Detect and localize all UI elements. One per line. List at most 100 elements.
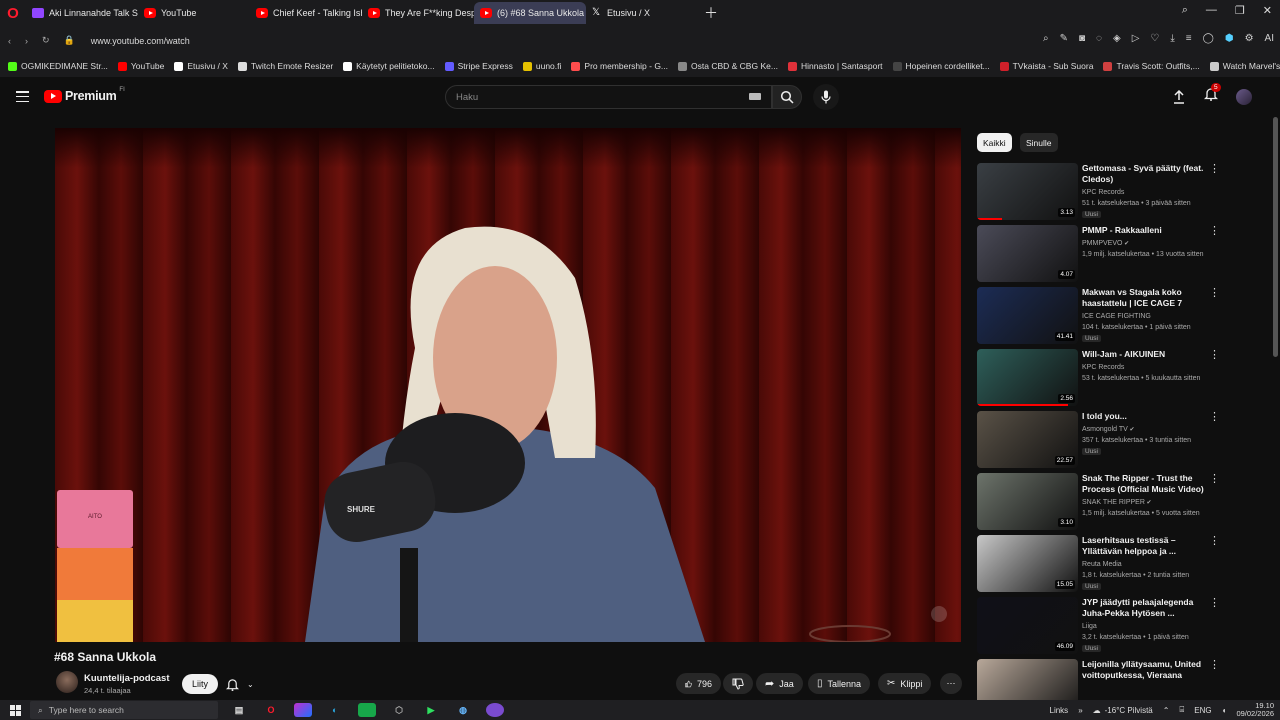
taskbar-search[interactable]: ⌕ Type here to search [30,701,218,719]
recommendation-title[interactable]: Gettomasa - Syvä päätty (feat. Cledos) [1082,163,1210,185]
share-button[interactable]: ➦ Jaa [756,673,803,694]
opera-icon[interactable]: O [262,703,280,717]
recommendation-item[interactable]: 22.57 I told you... Asmongold TV ✔ 357 t. k… [977,411,1242,469]
recommendation-title[interactable]: I told you... [1082,411,1210,422]
recommendation-channel[interactable]: Asmongold TV [1082,426,1128,433]
more-vertical-icon[interactable]: ⋮ [1209,226,1220,237]
chip-all[interactable]: Kaikki [977,133,1012,152]
more-vertical-icon[interactable]: ⋮ [1209,474,1220,485]
recommendation-item[interactable]: 3.13 Gettomasa - Syvä päätty (feat. Cledo… [977,163,1242,221]
video-player[interactable]: AITO SHURE [55,128,961,642]
more-vertical-icon[interactable]: ⋮ [1209,164,1220,175]
recommendation-channel[interactable]: Reuta Media [1082,561,1122,568]
maximize-icon[interactable]: ❐ [1235,4,1245,17]
more-vertical-icon[interactable]: ⋮ [1209,350,1220,361]
bookmark-item[interactable]: Hopeinen cordelliket... [892,61,990,71]
recommendation-item[interactable]: 3.10 Snak The Ripper - Trust the Process … [977,473,1242,531]
recommendation-title[interactable]: Will-Jam - AIKUINEN [1082,349,1210,360]
video-thumbnail[interactable]: 3.10 [977,473,1078,530]
save-button[interactable]: ▯ Tallenna [808,673,871,694]
voice-search-button[interactable] [813,84,839,110]
recommendation-title[interactable]: JYP jäädytti pelaajalegenda Juha-Pekka H… [1082,597,1210,619]
recommendation-channel[interactable]: SNAK THE RIPPER [1082,499,1145,506]
play-app-icon[interactable]: ▶ [422,703,440,717]
channel-avatar[interactable] [56,671,78,693]
heart-icon[interactable]: ♡ [1150,33,1159,44]
discord-icon[interactable] [486,703,504,717]
chip-for-you[interactable]: Sinulle [1020,133,1058,152]
bookmark-item[interactable]: Käytetyt pelitietoko... [343,61,435,71]
tray-chevron-icon[interactable]: ⌃ [1163,706,1170,715]
new-tab-plus-icon[interactable]: ＋ [704,3,718,23]
keyboard-icon[interactable] [749,93,761,100]
bookmark-item[interactable]: Pro membership - G... [571,61,668,71]
settings-icon[interactable]: ⬡ [390,703,408,717]
download-icon[interactable]: ⤓ [1170,33,1174,44]
clip-button[interactable]: ✂ Klippi [878,673,932,694]
windows-start-icon[interactable] [0,700,30,720]
bookmark-item[interactable]: Watch Marvel's Luk... [1209,61,1280,71]
recommendation-item[interactable]: 46.09 JYP jäädytti pelaajalegenda Juha-Pe… [977,597,1242,655]
join-button[interactable]: Liity [182,674,219,694]
task-view-icon[interactable]: ▤ [230,703,248,717]
menu-icon[interactable] [16,91,29,106]
recommendation-title[interactable]: Laserhitsaus testissä – Yllättävän helpp… [1082,535,1210,557]
video-thumbnail[interactable]: 46.09 [977,597,1078,654]
channel-name[interactable]: Kuuntelija-podcast [84,673,170,684]
network-icon[interactable]: ⌸ [1179,705,1184,715]
bookmark-item[interactable]: YouTube [117,61,164,71]
play-icon[interactable]: ▷ [1132,33,1140,44]
search-tabs-icon[interactable]: ⌕ [1182,4,1188,17]
recommendation-item[interactable]: 2.56 Will-Jam - AIKUINEN KPC Records 53 t. … [977,349,1242,407]
bookmark-item[interactable]: uuno.fi [522,61,561,71]
video-thumbnail[interactable]: 22.57 [977,411,1078,468]
zoom-icon[interactable]: ⌕ [1043,33,1049,44]
url-field[interactable]: www.youtube.com/watch [91,36,190,46]
youtube-premium-logo[interactable]: Premium FI [44,87,125,103]
bookmark-item[interactable]: TVkaista - Sub Suora [999,61,1093,71]
bookmark-item[interactable]: Hinnasto | Santasport [787,61,883,71]
search-input[interactable] [456,91,736,103]
back-icon[interactable]: ‹ [8,36,11,46]
steam-icon[interactable]: ◍ [454,703,472,717]
recommendation-item[interactable]: 41.41 Makwan vs Stagala koko haastattelu … [977,287,1242,345]
notifications-button[interactable]: 5 [1203,83,1221,106]
search-button[interactable] [772,85,802,109]
close-window-icon[interactable]: ✕ [1263,4,1272,17]
bookmark-item[interactable]: Etusivu / X [174,61,228,71]
video-thumbnail[interactable]: 41.41 [977,287,1078,344]
camera-icon[interactable]: ◙ [1079,33,1085,44]
recommendation-title[interactable]: Snak The Ripper - Trust the Process (Off… [1082,473,1210,495]
minimize-icon[interactable]: — [1206,4,1217,17]
vpn-icon[interactable]: ◌ [1096,33,1102,44]
search-box[interactable] [445,85,772,109]
app-icon[interactable] [294,703,312,717]
video-thumbnail[interactable]: 2.56 [977,349,1078,406]
tab[interactable]: YouTube [138,2,250,24]
recommendation-channel[interactable]: KPC Records [1082,364,1124,371]
language-indicator[interactable]: ENG [1194,706,1211,715]
dislike-button[interactable] [723,673,753,694]
page-scrollbar[interactable] [1273,117,1278,357]
recommendation-title[interactable]: Makwan vs Stagala koko haastattelu | ICE… [1082,287,1210,309]
like-button[interactable]: 796 [676,673,721,694]
more-vertical-icon[interactable]: ⋮ [1209,288,1220,299]
recommendation-channel[interactable]: KPC Records [1082,189,1124,196]
bookmark-item[interactable]: OGMIKEDIMANE Str... [8,61,108,71]
recommendation-item[interactable]: 4.07 PMMP - Rakkaalleni PMMPVEVO ✔ 1,9 milj… [977,225,1242,283]
extension-icon[interactable]: ⬢ [1225,33,1234,44]
weather-widget[interactable]: ☁ -16°C Pilvistä [1093,706,1153,715]
tab[interactable]: Chief Keef - Talking Ish [250,2,362,24]
bookmark-item[interactable]: Twitch Emote Resizer [237,61,333,71]
volume-icon[interactable]: ◖ [1222,706,1227,715]
terminal-icon[interactable] [358,703,376,717]
opera-logo-icon[interactable]: O [0,0,26,26]
links-toolbar[interactable]: Links [1050,706,1069,715]
tab[interactable]: 𝕏 Etusivu / X [586,2,698,24]
clock[interactable]: 19.10 09/02/2026 [1236,702,1274,718]
upload-icon[interactable] [1172,89,1186,104]
recommendation-title[interactable]: PMMP - Rakkaalleni [1082,225,1210,236]
edit-icon[interactable]: ✎ [1060,33,1068,44]
recommendation-channel[interactable]: PMMPVEVO [1082,240,1122,247]
adblock-icon[interactable]: ◈ [1113,33,1121,44]
